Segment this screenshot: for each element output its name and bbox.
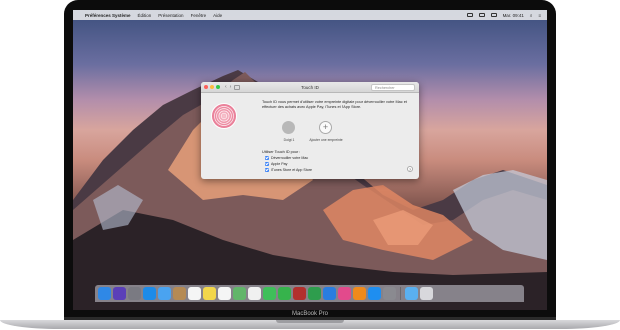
macbook-pro: Préférences Système Édition Présentation… — [0, 0, 620, 330]
option-itunes-app-store[interactable]: iTunes Store et App Store — [265, 168, 312, 172]
help-button[interactable]: ? — [407, 166, 413, 172]
contacts-icon[interactable] — [173, 287, 186, 300]
finger-1-thumbnail[interactable] — [282, 121, 295, 134]
minimize-button[interactable] — [210, 85, 214, 89]
reminders-icon[interactable] — [218, 287, 231, 300]
notes-icon[interactable] — [203, 287, 216, 300]
desktop: Préférences Système Édition Présentation… — [73, 10, 547, 310]
base-notch — [276, 320, 344, 323]
checkbox-itunes-app-store[interactable] — [265, 168, 269, 172]
show-all-grid-icon[interactable] — [234, 84, 241, 90]
search-placeholder: Rechercher — [375, 85, 395, 90]
clock[interactable]: Mar. 09:41 — [503, 13, 524, 18]
window-titlebar: ‹ › Touch ID Rechercher — [201, 82, 419, 93]
battery-icon[interactable] — [490, 13, 497, 17]
notification-center-icon[interactable]: ≡ — [538, 13, 541, 18]
menu-bar: Préférences Système Édition Présentation… — [73, 10, 547, 20]
menu-window[interactable]: Fenêtre — [191, 13, 207, 18]
fingerprint-icon — [211, 103, 237, 129]
finger-1-label: Doigt 1 — [283, 138, 295, 142]
photo-booth-icon[interactable] — [293, 287, 306, 300]
back-arrow-icon[interactable]: ‹ — [225, 84, 227, 90]
add-fingerprint-label: Ajouter une empreinte — [309, 138, 343, 142]
touch-id-description: Touch ID vous permet d'utiliser votre em… — [262, 100, 407, 109]
zoom-button[interactable] — [216, 85, 220, 89]
add-fingerprint-button[interactable]: + — [319, 121, 332, 134]
trash-icon[interactable] — [419, 287, 433, 300]
touch-id-window: ‹ › Touch ID Rechercher Touch ID vous pe… — [201, 82, 419, 179]
facetime-icon[interactable] — [278, 287, 291, 300]
calendar-icon[interactable] — [188, 287, 201, 300]
photos-icon[interactable] — [248, 287, 261, 300]
menu-app-name[interactable]: Préférences Système — [85, 13, 131, 18]
menu-view[interactable]: Présentation — [158, 13, 183, 18]
itunes-icon[interactable] — [338, 287, 351, 300]
device-brand-label: MacBook Pro — [291, 311, 328, 317]
maps-icon[interactable] — [233, 287, 246, 300]
option-apple-pay-label: Apple Pay — [271, 162, 288, 166]
system-preferences-icon[interactable] — [383, 287, 396, 300]
forward-arrow-icon[interactable]: › — [230, 84, 232, 90]
use-touch-id-label: Utiliser Touch ID pour : — [262, 150, 301, 154]
close-button[interactable] — [204, 85, 208, 89]
ibooks-icon[interactable] — [353, 287, 366, 300]
option-unlock-mac[interactable]: Déverrouiller votre Mac — [265, 156, 308, 160]
checkbox-unlock-mac[interactable] — [265, 156, 269, 160]
finder-icon[interactable] — [98, 287, 111, 300]
airplay-icon[interactable] — [466, 13, 473, 17]
spotlight-icon[interactable]: ⌕ — [530, 13, 533, 18]
menu-help[interactable]: Aide — [213, 13, 222, 18]
option-apple-pay[interactable]: Apple Pay — [265, 162, 287, 166]
siri-icon[interactable] — [113, 287, 126, 300]
plus-icon: + — [322, 122, 329, 132]
menu-extras: Mar. 09:41 ⌕ ≡ — [466, 13, 541, 18]
option-unlock-mac-label: Déverrouiller votre Mac — [271, 156, 309, 160]
launchpad-icon[interactable] — [128, 287, 141, 300]
mail-icon[interactable] — [158, 287, 171, 300]
messages-icon[interactable] — [263, 287, 276, 300]
menu-edit[interactable]: Édition — [138, 13, 152, 18]
safari-icon[interactable] — [143, 287, 156, 300]
dock-separator — [400, 287, 401, 300]
option-itunes-app-store-label: iTunes Store et App Store — [271, 168, 313, 172]
checkbox-apple-pay[interactable] — [265, 162, 269, 166]
downloads-folder-icon[interactable] — [404, 287, 418, 300]
keynote-icon[interactable] — [323, 287, 336, 300]
wifi-icon[interactable] — [478, 13, 485, 17]
dock — [95, 285, 524, 302]
app-store-icon[interactable] — [368, 287, 381, 300]
search-field[interactable]: Rechercher — [371, 84, 415, 91]
numbers-icon[interactable] — [308, 287, 321, 300]
